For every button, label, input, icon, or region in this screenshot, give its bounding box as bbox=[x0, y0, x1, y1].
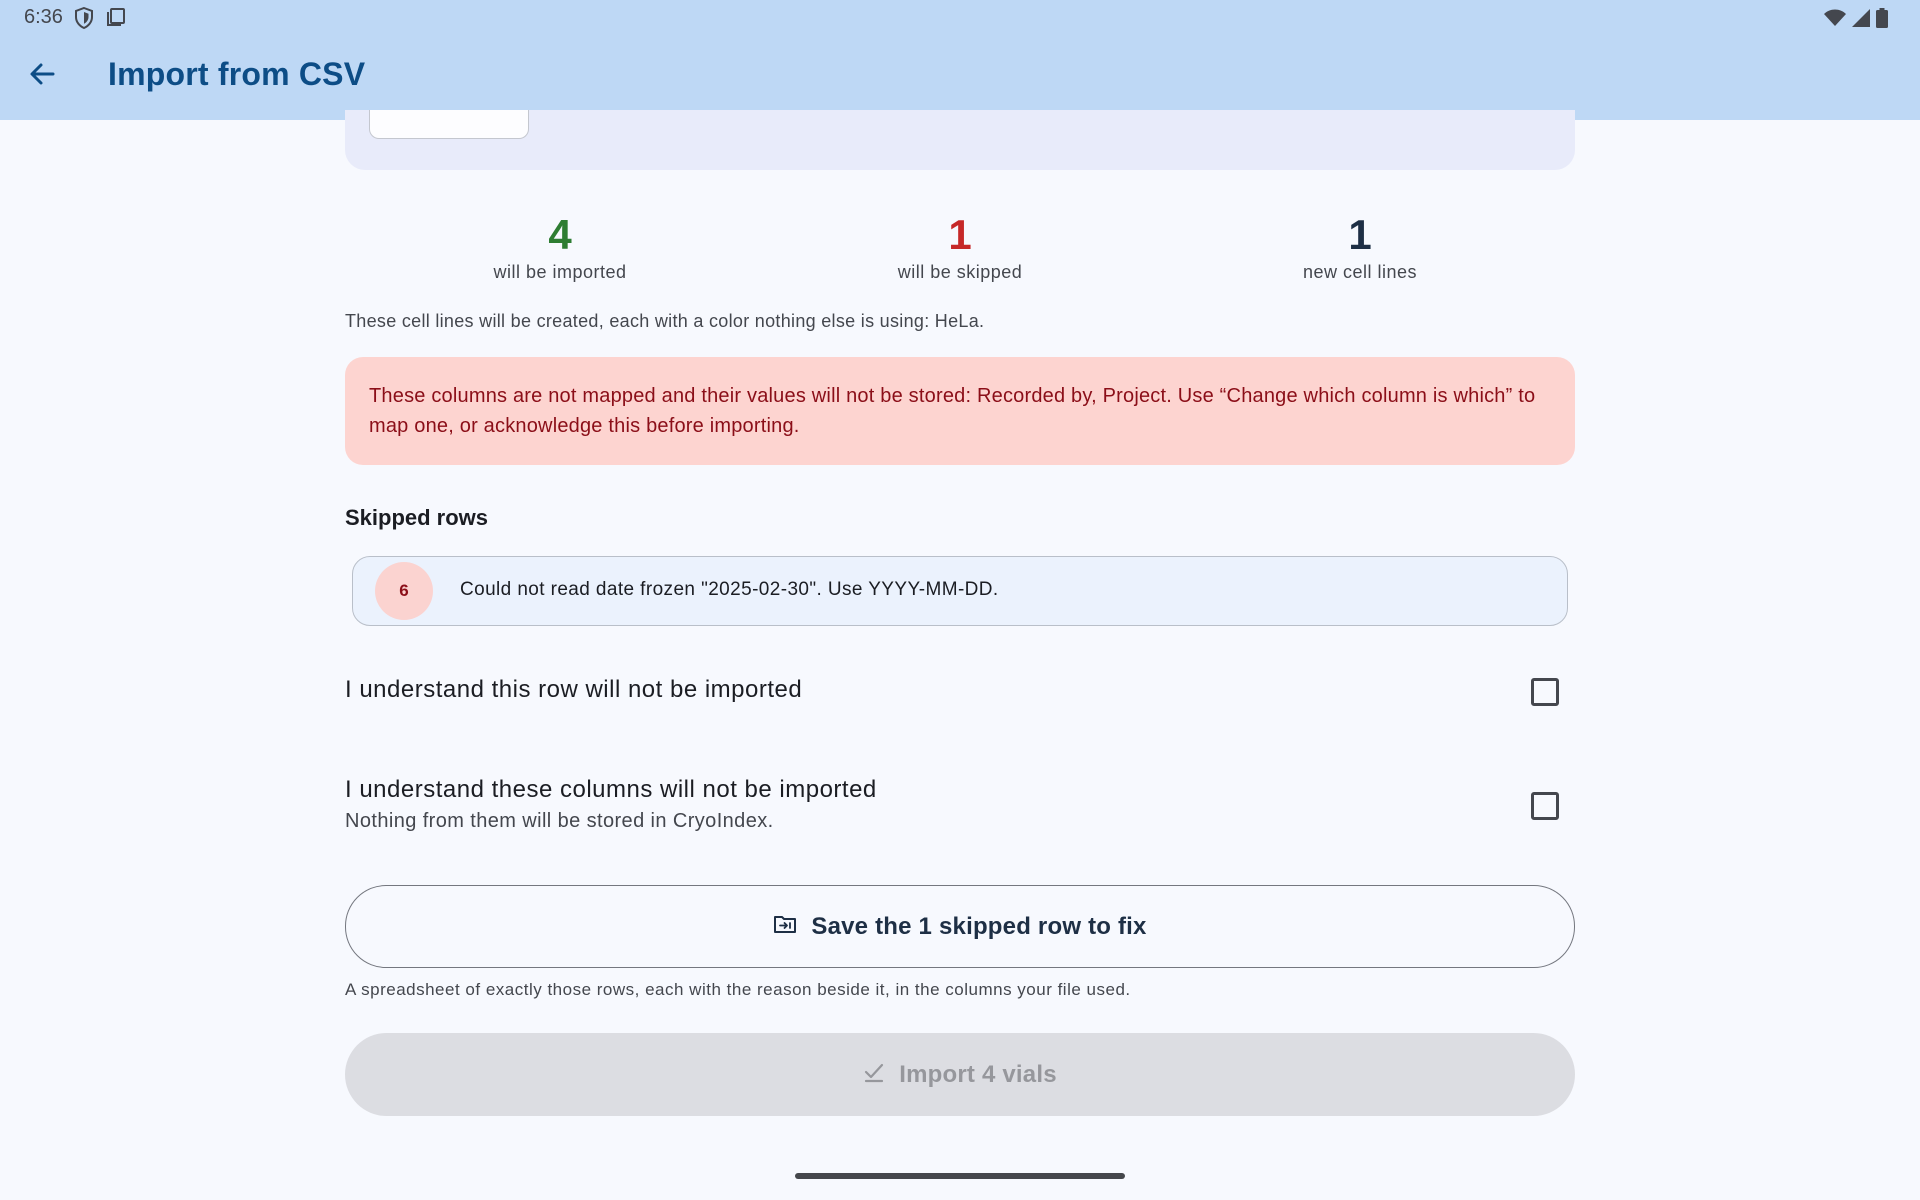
save-skipped-rows-label: Save the 1 skipped row to fix bbox=[811, 912, 1147, 940]
signal-icon bbox=[1852, 9, 1870, 33]
acknowledge-columns-skip-subtitle: Nothing from them will be stored in Cryo… bbox=[345, 810, 774, 832]
battery-icon bbox=[1876, 8, 1888, 34]
skip-reason: Could not read date frozen "2025-02-30".… bbox=[460, 579, 999, 600]
created-cell-lines-note: These cell lines will be created, each w… bbox=[345, 311, 985, 331]
stat-skipped-label: will be skipped bbox=[897, 262, 1023, 282]
back-button[interactable] bbox=[18, 52, 66, 100]
import-stats: 4 will be imported 1 will be skipped 1 n… bbox=[345, 210, 1575, 300]
row-number-badge: 6 bbox=[375, 562, 433, 620]
stat-skipped: 1 will be skipped bbox=[810, 210, 1110, 283]
save-skipped-rows-button[interactable]: Save the 1 skipped row to fix bbox=[345, 885, 1575, 968]
wifi-icon bbox=[1824, 9, 1846, 33]
mapping-card-button[interactable] bbox=[369, 110, 529, 139]
mapping-card bbox=[345, 110, 1575, 170]
status-right-icons bbox=[1824, 8, 1888, 34]
stat-imported: 4 will be imported bbox=[410, 210, 710, 283]
stat-new-cell-lines-count: 1 bbox=[1348, 211, 1372, 258]
home-indicator[interactable] bbox=[795, 1173, 1125, 1179]
stat-new-cell-lines: 1 new cell lines bbox=[1210, 210, 1510, 283]
import-vials-button[interactable]: Import 4 vials bbox=[345, 1033, 1575, 1116]
stat-imported-label: will be imported bbox=[493, 262, 627, 282]
app-bar: Import from CSV bbox=[0, 36, 1920, 120]
skipped-rows-title: Skipped rows bbox=[345, 505, 489, 530]
stat-skipped-count: 1 bbox=[948, 211, 972, 258]
clipboard-icon bbox=[106, 7, 126, 35]
arrow-back-icon bbox=[28, 60, 56, 93]
stat-imported-count: 4 bbox=[548, 211, 572, 258]
warning-text: These columns are not mapped and their v… bbox=[369, 385, 1536, 437]
page-title: Import from CSV bbox=[108, 56, 366, 92]
save-skipped-rows-help: A spreadsheet of exactly those rows, eac… bbox=[345, 980, 1131, 999]
shield-icon bbox=[74, 6, 94, 35]
acknowledge-columns-skip-label: I understand these columns will not be i… bbox=[345, 776, 877, 803]
folder-export-icon bbox=[773, 913, 797, 940]
status-time: 6:36 bbox=[24, 6, 63, 28]
check-icon bbox=[863, 1061, 885, 1088]
stat-new-cell-lines-label: new cell lines bbox=[1302, 262, 1418, 282]
acknowledge-row-skip-checkbox[interactable] bbox=[1531, 678, 1559, 706]
skipped-row[interactable]: 6 Could not read date frozen "2025-02-30… bbox=[352, 556, 1568, 626]
acknowledge-columns-skip-checkbox[interactable] bbox=[1531, 792, 1559, 820]
status-bar: 6:36 bbox=[0, 0, 1920, 36]
status-left-icons bbox=[74, 6, 126, 35]
acknowledge-row-skip-label: I understand this row will not be import… bbox=[345, 676, 803, 703]
import-vials-label: Import 4 vials bbox=[899, 1060, 1057, 1088]
acknowledge-row-skip[interactable]: I understand this row will not be import… bbox=[345, 676, 1575, 706]
unmapped-columns-warning: These columns are not mapped and their v… bbox=[345, 357, 1575, 465]
acknowledge-columns-skip[interactable]: I understand these columns will not be i… bbox=[345, 776, 1575, 833]
